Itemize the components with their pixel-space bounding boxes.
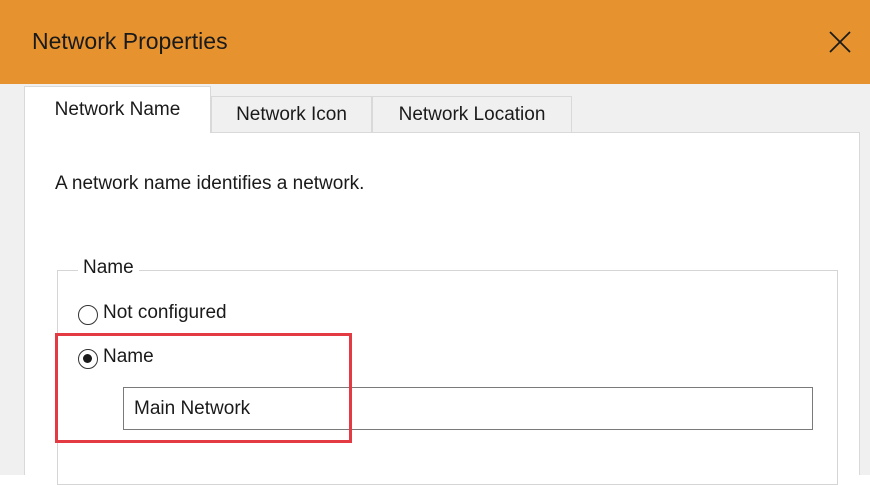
- dialog-title: Network Properties: [32, 28, 228, 54]
- tab-network-icon[interactable]: Network Icon: [211, 96, 372, 133]
- groupbox-legend: Name: [78, 257, 139, 279]
- network-properties-dialog: Network Properties Network Name Network …: [0, 0, 870, 485]
- tab-label: Network Location: [398, 104, 546, 125]
- panel-description: A network name identifies a network.: [55, 173, 365, 194]
- tab-panel-network-name: A network name identifies a network. Nam…: [24, 132, 860, 485]
- network-name-input[interactable]: [123, 387, 813, 430]
- title-bar: Network Properties: [0, 0, 870, 84]
- tab-network-name[interactable]: Network Name: [24, 86, 211, 133]
- radio-unselected-icon: [78, 305, 98, 325]
- tab-network-location[interactable]: Network Location: [372, 96, 572, 133]
- tab-label: Network Icon: [236, 104, 347, 125]
- radio-label: Name: [103, 346, 154, 367]
- name-radio[interactable]: Name: [78, 346, 218, 373]
- close-button[interactable]: [810, 16, 870, 70]
- radio-selected-icon: [78, 349, 98, 369]
- not-configured-radio[interactable]: Not configured: [78, 302, 298, 329]
- tab-label: Network Name: [54, 99, 181, 120]
- close-icon: [829, 31, 851, 53]
- radio-dot: [83, 354, 92, 363]
- radio-label: Not configured: [103, 302, 227, 323]
